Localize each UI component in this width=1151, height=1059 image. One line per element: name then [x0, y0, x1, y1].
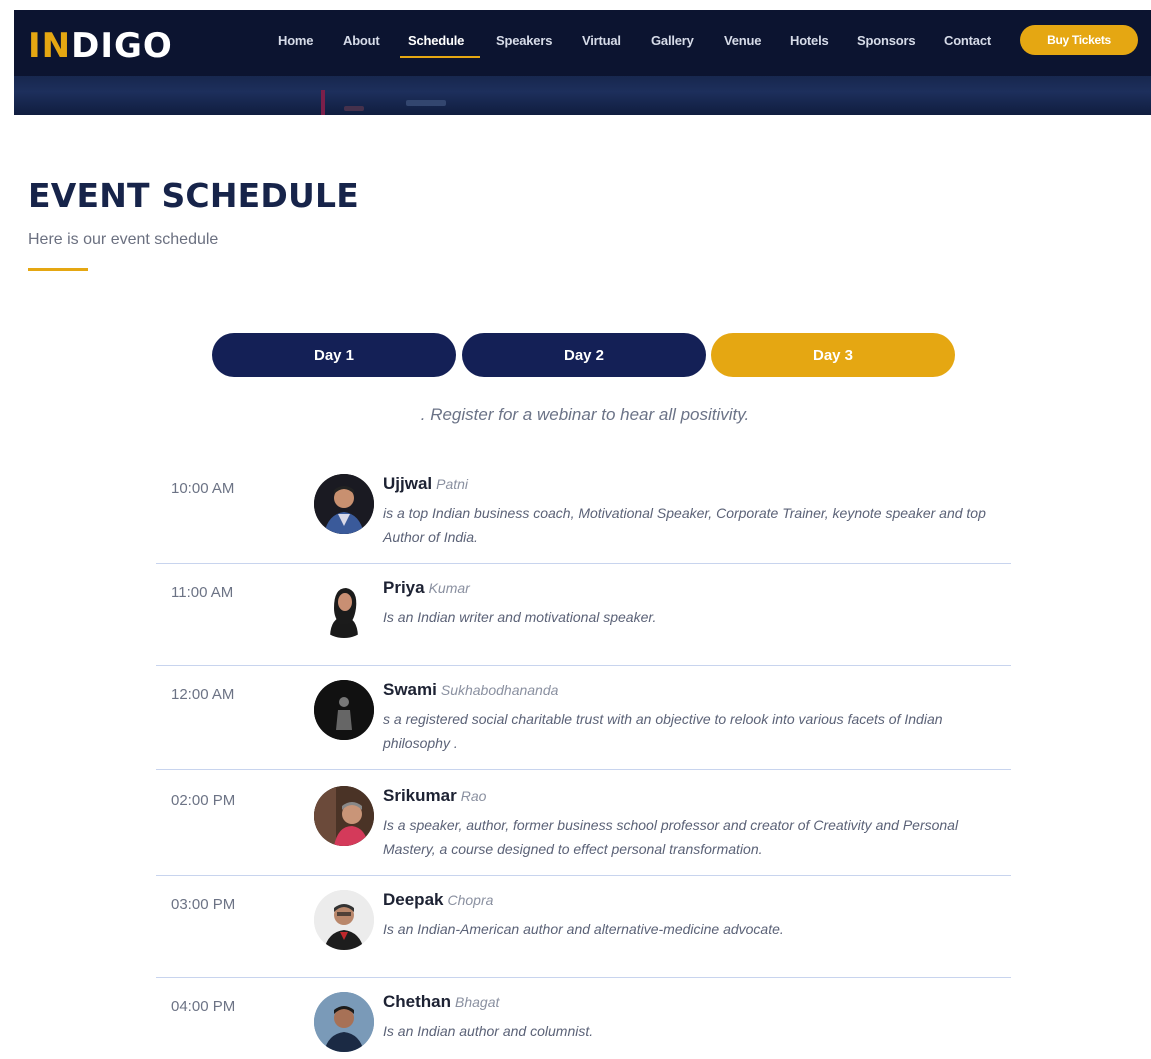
speaker-first-name: Srikumar — [383, 786, 457, 805]
hero-decor — [321, 90, 325, 115]
speaker-avatar[interactable] — [314, 578, 374, 638]
session-time: 04:00 PM — [171, 998, 236, 1015]
session-time: 11:00 AM — [171, 584, 234, 601]
row-divider — [156, 665, 1011, 666]
page-subtitle: Here is our event schedule — [28, 231, 219, 248]
speaker-avatar[interactable] — [314, 680, 374, 740]
speaker-avatar[interactable] — [314, 474, 374, 534]
schedule-row: 02:00 PM Srikumar Rao Is a speaker, autho… — [156, 786, 1011, 876]
speaker-avatar[interactable] — [314, 890, 374, 950]
speaker-last-name: Sukhabodhananda — [440, 682, 559, 698]
speaker-description: Is a speaker, author, former business sc… — [383, 817, 959, 857]
speaker-name: Priya Kumar — [383, 578, 470, 598]
speaker-name: Swami Sukhabodhananda — [383, 680, 558, 700]
speaker-last-name: Bhagat — [455, 994, 500, 1010]
row-divider — [156, 977, 1011, 978]
session-time: 12:00 AM — [171, 686, 235, 703]
speaker-description: is a top Indian business coach, Motivati… — [383, 505, 986, 545]
nav-gallery[interactable]: Gallery — [651, 32, 694, 50]
row-divider — [156, 875, 1011, 876]
speaker-last-name: Kumar — [428, 580, 470, 596]
hero-decor — [344, 106, 364, 111]
schedule-intro: . Register for a webinar to hear all pos… — [420, 405, 750, 424]
tab-day-1[interactable]: Day 1 — [212, 333, 456, 377]
nav-hotels[interactable]: Hotels — [790, 32, 829, 50]
speaker-last-name: Rao — [460, 788, 487, 804]
speaker-first-name: Ujjwal — [383, 474, 433, 493]
tab-day-3[interactable]: Day 3 — [711, 333, 955, 377]
nav-contact[interactable]: Contact — [944, 32, 991, 50]
speaker-avatar[interactable] — [314, 992, 374, 1052]
nav-venue[interactable]: Venue — [724, 32, 761, 50]
schedule-row: 11:00 AM Priya Kumar Is an Indian writer … — [156, 578, 1011, 666]
hero-decor — [406, 100, 446, 106]
speaker-avatar[interactable] — [314, 786, 374, 846]
speaker-name: Chethan Bhagat — [383, 992, 499, 1012]
speaker-first-name: Priya — [383, 578, 425, 597]
speaker-description: Is an Indian author and columnist. — [383, 1023, 594, 1039]
main-nav: Home About Schedule Speakers Virtual Gal… — [14, 10, 1151, 76]
page-title: EVENT SCHEDULE — [28, 176, 359, 215]
schedule-row: 03:00 PM Deepak Chopra Is an Indian-Ameri… — [156, 890, 1011, 978]
speaker-name: Deepak Chopra — [383, 890, 493, 910]
speaker-first-name: Swami — [383, 680, 437, 699]
session-time: 03:00 PM — [171, 896, 236, 913]
title-divider — [28, 268, 88, 271]
tab-day-2[interactable]: Day 2 — [462, 333, 706, 377]
schedule-row: 12:00 AM Swami Sukhabodhananda s a regist… — [156, 680, 1011, 770]
row-divider — [156, 563, 1011, 564]
site-header: INDIGO Home About Schedule Speakers Virt… — [14, 10, 1151, 115]
schedule-row: 04:00 PM Chethan Bhagat Is an Indian auth… — [156, 992, 1011, 1059]
speaker-last-name: Patni — [436, 476, 469, 492]
hero-banner-strip — [14, 76, 1151, 115]
nav-active-indicator — [400, 56, 480, 58]
nav-speakers[interactable]: Speakers — [496, 32, 552, 50]
speaker-name: Srikumar Rao — [383, 786, 486, 806]
nav-home[interactable]: Home — [278, 32, 314, 50]
speaker-name: Ujjwal Patni — [383, 474, 468, 494]
schedule-row: 10:00 AM Ujjwal Patni is a top Indian bus… — [156, 474, 1011, 564]
speaker-description: s a registered social charitable trust w… — [383, 711, 943, 751]
speaker-first-name: Deepak — [383, 890, 444, 909]
session-time: 10:00 AM — [171, 480, 235, 497]
speaker-first-name: Chethan — [383, 992, 451, 1011]
speaker-description: Is an Indian writer and motivational spe… — [383, 609, 657, 625]
speaker-last-name: Chopra — [447, 892, 494, 908]
nav-sponsors[interactable]: Sponsors — [857, 32, 916, 50]
speaker-description: Is an Indian-American author and alterna… — [383, 921, 784, 937]
nav-schedule[interactable]: Schedule — [408, 32, 464, 50]
buy-tickets-button[interactable]: Buy Tickets — [1020, 25, 1138, 55]
session-time: 02:00 PM — [171, 792, 236, 809]
row-divider — [156, 769, 1011, 770]
nav-about[interactable]: About — [343, 32, 380, 50]
nav-virtual[interactable]: Virtual — [582, 32, 621, 50]
